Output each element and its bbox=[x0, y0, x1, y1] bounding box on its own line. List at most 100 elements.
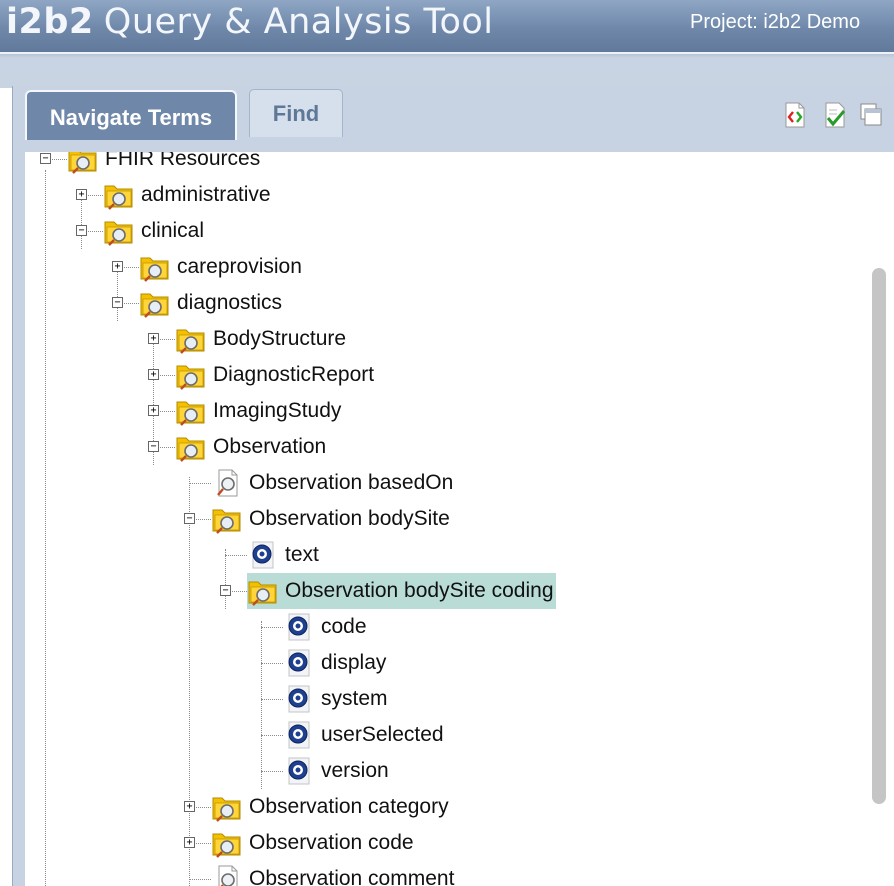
tree-leaf-item[interactable]: text bbox=[247, 537, 321, 573]
tree-item-label: Observation code bbox=[249, 831, 414, 854]
folder-icon bbox=[211, 828, 243, 858]
tree-folder-item[interactable]: clinical bbox=[103, 213, 206, 249]
tree-item-label: careprovision bbox=[177, 255, 302, 278]
expand-toggle-icon[interactable]: + bbox=[112, 261, 123, 272]
folder-icon bbox=[247, 576, 279, 606]
folder-icon bbox=[67, 152, 99, 174]
tree-item-label: Observation bbox=[213, 435, 327, 458]
tree-folder-item[interactable]: careprovision bbox=[139, 249, 304, 285]
tree-folder-item[interactable]: BodyStructure bbox=[175, 321, 348, 357]
tree-folder-item[interactable]: Observation comment bbox=[211, 861, 456, 886]
collapse-toggle-icon[interactable]: − bbox=[184, 513, 195, 524]
expand-toggle-icon[interactable]: + bbox=[76, 189, 87, 200]
tree-connector-line bbox=[189, 879, 211, 880]
header-band bbox=[0, 52, 894, 88]
tree-connector-line bbox=[261, 699, 283, 700]
tree-item-label: version bbox=[321, 759, 389, 782]
tree-connector-line bbox=[225, 555, 247, 556]
tree-folder-item[interactable]: Observation category bbox=[211, 789, 451, 825]
tree-item-label: Observation comment bbox=[249, 867, 455, 886]
tree-folder-item[interactable]: administrative bbox=[103, 177, 273, 213]
document-icon bbox=[211, 864, 243, 886]
concept-leaf-icon bbox=[283, 612, 315, 642]
expand-toggle-icon[interactable]: + bbox=[148, 333, 159, 344]
app-brand: i2b2 Query & Analysis Tool bbox=[6, 2, 494, 42]
folder-icon bbox=[175, 360, 207, 390]
tree-item-label: Observation bodySite bbox=[249, 507, 450, 530]
expand-toggle-icon[interactable]: + bbox=[148, 369, 159, 380]
tree-item-label: clinical bbox=[141, 219, 205, 242]
tree-folder-item[interactable]: DiagnosticReport bbox=[175, 357, 376, 393]
tree-connector-line bbox=[261, 771, 283, 772]
collapse-toggle-icon[interactable]: − bbox=[40, 153, 51, 164]
document-icon bbox=[211, 468, 243, 498]
concept-leaf-icon bbox=[283, 720, 315, 750]
folder-icon bbox=[211, 792, 243, 822]
tree-folder-item[interactable]: Observation bodySite coding bbox=[247, 573, 556, 609]
tree-leaf-item[interactable]: userSelected bbox=[283, 717, 446, 753]
folder-icon bbox=[175, 396, 207, 426]
tree-folder-item[interactable]: Observation basedOn bbox=[211, 465, 455, 501]
expand-toggle-icon[interactable]: + bbox=[184, 837, 195, 848]
tree-scrollbar[interactable] bbox=[872, 268, 886, 804]
tree-connector-line bbox=[261, 627, 283, 628]
show-codes-icon[interactable] bbox=[783, 102, 807, 128]
tree-connector-line bbox=[261, 663, 283, 664]
show-counts-icon[interactable] bbox=[823, 102, 847, 128]
tree-item-label: FHIR Resources bbox=[105, 152, 261, 170]
show-windows-icon[interactable] bbox=[859, 102, 883, 128]
tree-folder-item[interactable]: Observation bbox=[175, 429, 328, 465]
tree-folder-item[interactable]: Observation code bbox=[211, 825, 416, 861]
tree-leaf-item[interactable]: version bbox=[283, 753, 391, 789]
concept-leaf-icon bbox=[247, 540, 279, 570]
folder-icon bbox=[175, 432, 207, 462]
tab-navigate-terms[interactable]: Navigate Terms bbox=[25, 90, 237, 140]
expand-toggle-icon[interactable]: + bbox=[148, 405, 159, 416]
tree-folder-item[interactable]: FHIR Resources bbox=[67, 152, 262, 177]
tree-item-label: BodyStructure bbox=[213, 327, 347, 350]
tree-item-label: display bbox=[321, 651, 387, 674]
tree-item-label: system bbox=[321, 687, 388, 710]
tree-connector-line bbox=[261, 621, 262, 789]
folder-icon bbox=[139, 288, 171, 318]
app-header: i2b2 Query & Analysis Tool Project: i2b2 … bbox=[0, 0, 894, 52]
tree-item-label: text bbox=[285, 543, 319, 566]
tree-leaf-item[interactable]: system bbox=[283, 681, 390, 717]
ontology-tree[interactable]: − FHIR Resources + administrative − clinical +… bbox=[25, 152, 894, 886]
collapse-toggle-icon[interactable]: − bbox=[148, 441, 159, 452]
tab-find[interactable]: Find bbox=[249, 89, 343, 137]
tree-item-label: Observation category bbox=[249, 795, 449, 818]
app-title: Query & Analysis Tool bbox=[103, 2, 494, 42]
concept-leaf-icon bbox=[283, 756, 315, 786]
tree-connector-line bbox=[189, 477, 190, 886]
tree-item-label: administrative bbox=[141, 183, 271, 206]
project-name[interactable]: Project: i2b2 Demo bbox=[690, 11, 860, 34]
tree-item-label: Observation basedOn bbox=[249, 471, 454, 494]
folder-icon bbox=[211, 504, 243, 534]
folder-icon bbox=[139, 252, 171, 282]
collapse-toggle-icon[interactable]: − bbox=[220, 585, 231, 596]
collapse-toggle-icon[interactable]: − bbox=[76, 225, 87, 236]
tree-leaf-item[interactable]: display bbox=[283, 645, 388, 681]
tree-item-label: diagnostics bbox=[177, 291, 283, 314]
folder-icon bbox=[103, 180, 135, 210]
tree-folder-item[interactable]: ImagingStudy bbox=[175, 393, 343, 429]
collapse-toggle-icon[interactable]: − bbox=[112, 297, 123, 308]
tree-item-label: ImagingStudy bbox=[213, 399, 342, 422]
tree-leaf-item[interactable]: code bbox=[283, 609, 369, 645]
concept-leaf-icon bbox=[283, 684, 315, 714]
folder-icon bbox=[175, 324, 207, 354]
app-logo: i2b2 bbox=[6, 2, 94, 42]
folder-icon bbox=[103, 216, 135, 246]
tree-folder-item[interactable]: Observation bodySite bbox=[211, 501, 452, 537]
expand-toggle-icon[interactable]: + bbox=[184, 801, 195, 812]
tree-item-label: userSelected bbox=[321, 723, 444, 746]
tree-item-label: code bbox=[321, 615, 367, 638]
tree-item-label: DiagnosticReport bbox=[213, 363, 375, 386]
tree-item-label: Observation bodySite coding bbox=[283, 579, 556, 603]
tree-connector-line bbox=[225, 549, 226, 609]
tree-folder-item[interactable]: diagnostics bbox=[139, 285, 284, 321]
tree-connector-line bbox=[45, 170, 46, 886]
concept-leaf-icon bbox=[283, 648, 315, 678]
tree-connector-line bbox=[261, 735, 283, 736]
